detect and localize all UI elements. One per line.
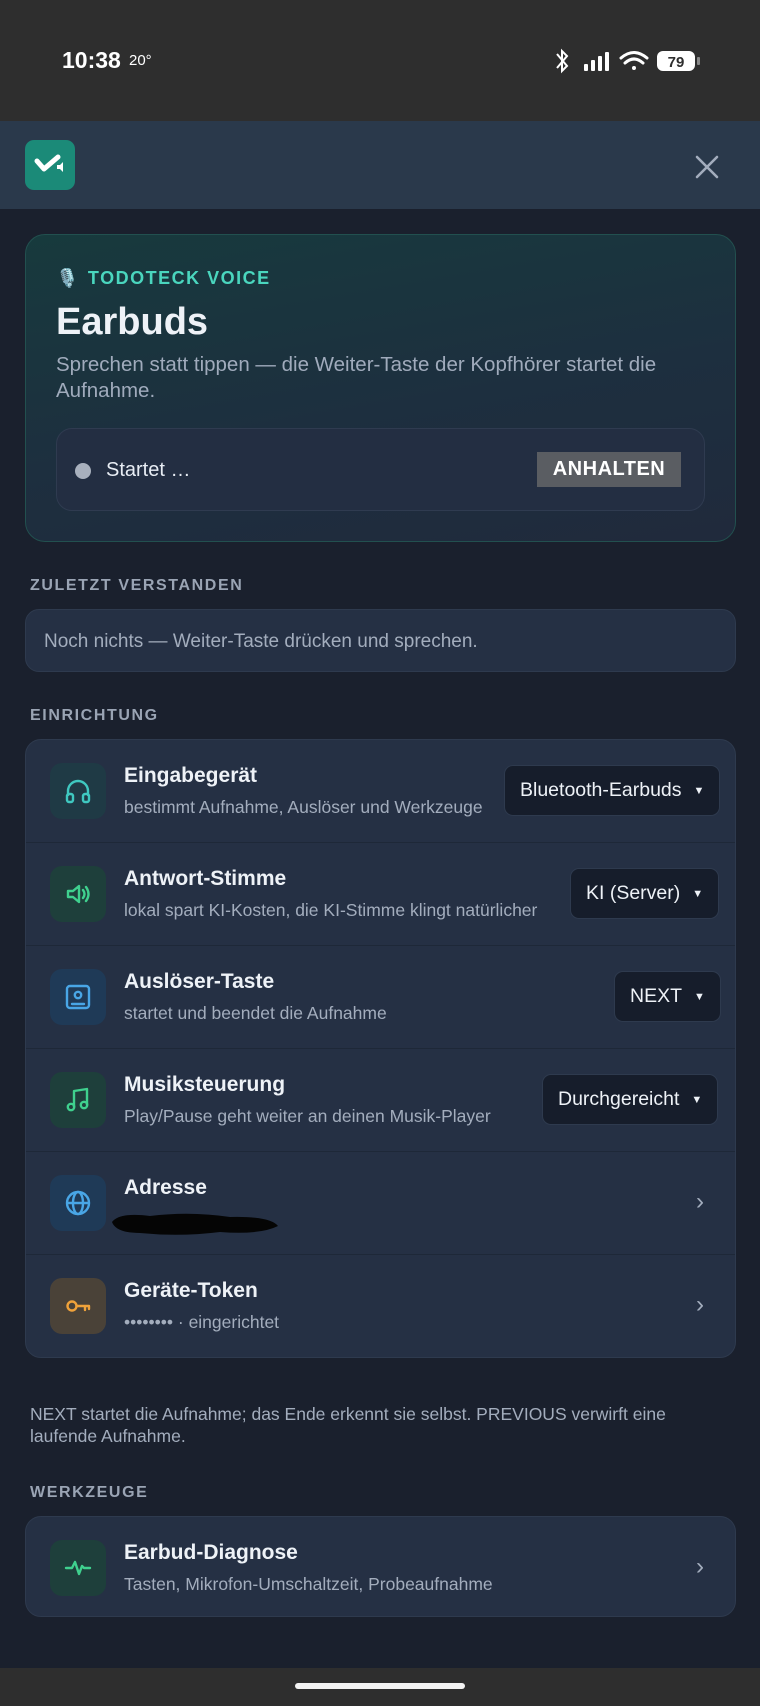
bluetooth-icon: [556, 48, 569, 74]
setting-row-music-control[interactable]: Musiksteuerung Play/Pause geht weiter an…: [26, 1049, 735, 1152]
tool-row-earbud-diagnosis[interactable]: Earbud-Diagnose Tasten, Mikrofon-Umschal…: [25, 1516, 736, 1617]
home-indicator[interactable]: [295, 1683, 465, 1689]
chevron-right-icon: ›: [696, 1291, 704, 1318]
chevron-down-icon: ▼: [692, 887, 704, 900]
last-understood-box: Noch nichts — Weiter-Taste drücken und s…: [25, 609, 736, 672]
hero-description: Sprechen statt tippen — die Weiter-Taste…: [56, 353, 657, 402]
headphones-icon: [50, 763, 106, 819]
status-dot-icon: [75, 463, 91, 479]
select-value: NEXT: [630, 985, 683, 1007]
setting-subtitle: bestimmt Aufnahme, Auslöser und Werkzeug…: [124, 797, 483, 817]
chevron-right-icon: ›: [696, 1553, 704, 1580]
redacted-address: [112, 1213, 278, 1235]
trigger-button-select[interactable]: NEXT ▼: [614, 971, 721, 1022]
chevron-down-icon: ▼: [691, 1093, 703, 1106]
select-value: KI (Server): [586, 882, 681, 904]
section-label-tools: WERKZEUGE: [30, 1484, 149, 1501]
system-navigation-bar: [0, 1668, 760, 1706]
close-icon: [695, 155, 719, 179]
music-note-icon: [50, 1072, 106, 1128]
tool-title: Earbud-Diagnose: [124, 1541, 298, 1564]
setting-subtitle: •••••••• · eingerichtet: [124, 1312, 280, 1332]
battery-level: 79: [668, 54, 685, 71]
stop-button[interactable]: ANHALTEN: [537, 452, 681, 487]
hero-eyebrow-label: TODOTECK VOICE: [87, 268, 271, 288]
section-label-last-understood: ZULETZT VERSTANDEN: [30, 577, 244, 594]
microphone-icon: 🎙️: [56, 268, 80, 288]
section-label-setup: EINRICHTUNG: [30, 707, 159, 724]
status-time: 10:38: [62, 47, 121, 73]
setting-title: Auslöser-Taste: [124, 970, 275, 993]
response-voice-select[interactable]: KI (Server) ▼: [570, 868, 720, 919]
setting-subtitle: lokal spart KI-Kosten, die KI-Stimme kli…: [124, 900, 538, 920]
key-icon: [50, 1278, 106, 1334]
setting-subtitle: Play/Pause geht weiter an deinen Musik-P…: [124, 1106, 491, 1126]
select-value: Durchgereicht: [558, 1088, 680, 1110]
setting-title: Geräte-Token: [124, 1279, 258, 1302]
status-temperature: 20°: [129, 52, 152, 69]
check-speaker-icon[interactable]: [25, 140, 75, 190]
setting-row-response-voice[interactable]: Antwort-Stimme lokal spart KI-Kosten, di…: [26, 843, 735, 946]
pulse-icon: [50, 1540, 106, 1596]
chevron-down-icon: ▼: [693, 784, 705, 797]
setup-note: NEXT startet die Aufnahme; das Ende erke…: [30, 1404, 666, 1446]
setting-title: Musiksteuerung: [124, 1073, 286, 1096]
system-status-bar: 10:38 20° 79: [0, 0, 760, 121]
battery-icon: 79: [657, 51, 700, 71]
hero-eyebrow: 🎙️ TODOTECK VOICE: [56, 268, 271, 289]
signal-icon: [584, 52, 609, 71]
music-control-select[interactable]: Durchgereicht ▼: [542, 1074, 719, 1125]
app-header: [0, 121, 760, 209]
chevron-right-icon: ›: [696, 1188, 704, 1215]
settings-card: Eingabegerät bestimmt Aufnahme, Auslöser…: [25, 739, 736, 1358]
recording-status-box: Startet … ANHALTEN: [56, 428, 705, 511]
speaker-icon: [50, 866, 106, 922]
close-button[interactable]: [688, 148, 726, 186]
recording-status-text: Startet …: [106, 459, 191, 481]
setting-title: Adresse: [124, 1176, 207, 1199]
setting-title: Antwort-Stimme: [124, 867, 287, 890]
status-icons: 79: [556, 48, 700, 74]
select-value: Bluetooth-Earbuds: [520, 779, 682, 801]
button-square-icon: [50, 969, 106, 1025]
input-device-select[interactable]: Bluetooth-Earbuds ▼: [504, 765, 721, 816]
setting-row-trigger-button[interactable]: Auslöser-Taste startet und beendet die A…: [26, 946, 735, 1049]
setting-row-address[interactable]: Adresse ›: [26, 1152, 735, 1255]
wifi-icon: [619, 51, 649, 70]
setting-title: Eingabegerät: [124, 764, 258, 787]
voice-hero-card: 🎙️ TODOTECK VOICE Earbuds Sprechen statt…: [25, 234, 736, 542]
last-understood-text: Noch nichts — Weiter-Taste drücken und s…: [44, 631, 478, 652]
page-title: Earbuds: [56, 301, 209, 343]
globe-icon: [50, 1175, 106, 1231]
tool-subtitle: Tasten, Mikrofon-Umschaltzeit, Probeaufn…: [124, 1574, 493, 1594]
chevron-down-icon: ▼: [694, 990, 705, 1003]
setting-row-device-token[interactable]: Geräte-Token •••••••• · eingerichtet ›: [26, 1255, 735, 1357]
setting-subtitle: startet und beendet die Aufnahme: [124, 1003, 387, 1023]
setting-row-input-device[interactable]: Eingabegerät bestimmt Aufnahme, Auslöser…: [26, 740, 735, 843]
